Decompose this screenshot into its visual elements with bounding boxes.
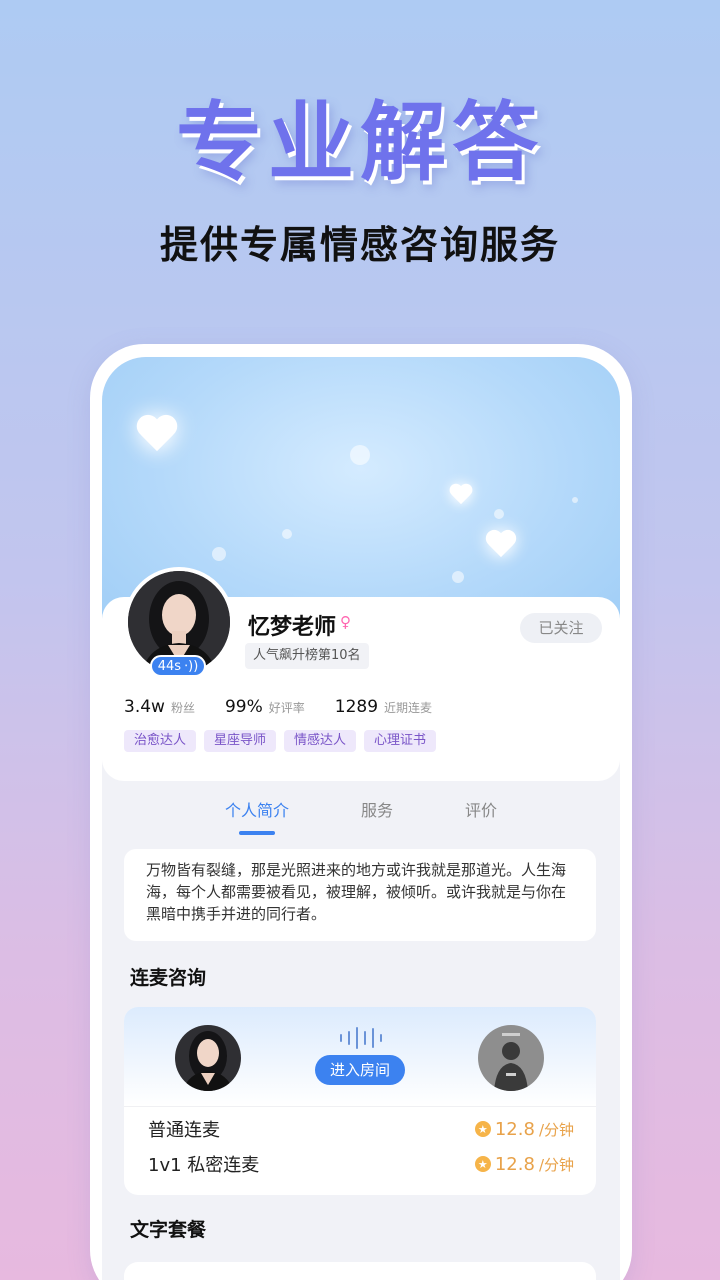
stat-rating: 99% 好评率 bbox=[225, 697, 305, 717]
heart-icon bbox=[485, 531, 516, 560]
tag-list: 治愈达人 星座导师 情感达人 心理证书 bbox=[124, 730, 437, 752]
stat-calls: 1289 近期连麦 bbox=[335, 697, 432, 717]
sparkle-dot bbox=[282, 529, 292, 539]
price-value: 12.8 bbox=[494, 1153, 535, 1175]
promo-subtitle: 提供专属情感咨询服务 bbox=[159, 223, 560, 267]
sparkle-dot bbox=[350, 445, 370, 465]
heart-icon bbox=[449, 484, 472, 506]
voice-duration-badge[interactable]: 44s ⋅)) bbox=[150, 655, 206, 677]
profile-card: 44s ⋅)) 忆梦老师 ♀ 人气飙升榜第10名 已关注 3.4w 粉丝 99% 好… bbox=[102, 567, 620, 781]
tab-reviews[interactable]: 评价 bbox=[465, 797, 497, 821]
phone-frame: 44s ⋅)) 忆梦老师 ♀ 人气飙升榜第10名 已关注 3.4w 粉丝 99% 好… bbox=[90, 344, 632, 1280]
heart-icon bbox=[136, 416, 178, 454]
coin-icon: ★ bbox=[474, 1156, 491, 1172]
app-screen: 44s ⋅)) 忆梦老师 ♀ 人气飙升榜第10名 已关注 3.4w 粉丝 99% 好… bbox=[102, 357, 620, 1280]
follow-button[interactable]: 已关注 bbox=[520, 613, 602, 643]
stat-value: 3.4w bbox=[124, 697, 165, 717]
tag: 心理证书 bbox=[364, 730, 437, 752]
text-section-title: 文字套餐 bbox=[130, 1219, 207, 1241]
text-package-card bbox=[124, 1262, 596, 1280]
price: ★ 12.8/分钟 bbox=[474, 1153, 574, 1175]
tag: 情感达人 bbox=[284, 730, 357, 752]
female-icon: ♀ bbox=[340, 613, 351, 631]
price-unit: /分钟 bbox=[538, 1120, 574, 1139]
coin-icon: ★ bbox=[474, 1121, 491, 1137]
enter-room-button[interactable]: 进入房间 bbox=[315, 1055, 405, 1085]
sparkle-dot bbox=[572, 497, 578, 503]
avatar-container[interactable]: 44s ⋅)) bbox=[124, 567, 234, 677]
consultant-name: 忆梦老师 bbox=[248, 615, 337, 640]
stats-row: 3.4w 粉丝 99% 好评率 1289 近期连麦 bbox=[124, 697, 432, 717]
tab-intro[interactable]: 个人简介 bbox=[225, 797, 289, 821]
tab-services[interactable]: 服务 bbox=[361, 797, 393, 821]
stat-label: 近期连麦 bbox=[384, 701, 433, 715]
tab-bar: 个人简介 服务 评价 bbox=[102, 797, 620, 821]
user-avatar-placeholder[interactable] bbox=[478, 1025, 544, 1091]
tag: 星座导师 bbox=[204, 730, 277, 752]
price: ★ 12.8/分钟 bbox=[474, 1118, 574, 1140]
tag: 治愈达人 bbox=[124, 730, 197, 752]
stat-fans: 3.4w 粉丝 bbox=[124, 697, 195, 717]
sound-wave-icon: ⋅)) bbox=[184, 658, 199, 674]
bio-card: 万物皆有裂缝，那是光照进来的地方或许我就是那道光。人生海海，每个人都需要被看见，… bbox=[124, 849, 596, 941]
voice-duration: 44s bbox=[157, 658, 182, 674]
promo-title: 专业解答 bbox=[176, 93, 544, 193]
call-card: 进入房间 普通连麦 ★ 12.8/分钟 1v1 私密连麦 ★ 12.8 /分钟 bbox=[124, 1007, 596, 1195]
price-row-normal[interactable]: 普通连麦 ★ 12.8/分钟 bbox=[148, 1117, 574, 1142]
stat-label: 粉丝 bbox=[170, 701, 195, 715]
stat-label: 好评率 bbox=[268, 701, 305, 715]
consultant-avatar[interactable] bbox=[175, 1025, 241, 1091]
price-row-private[interactable]: 1v1 私密连麦 ★ 12.8/分钟 bbox=[148, 1152, 574, 1177]
option-name: 1v1 私密连麦 bbox=[148, 1155, 260, 1176]
call-section-title: 连麦咨询 bbox=[130, 967, 207, 989]
stat-value: 1289 bbox=[334, 697, 379, 717]
sound-wave-icon bbox=[340, 1027, 382, 1049]
price-unit: /分钟 bbox=[538, 1155, 574, 1174]
consultant-portrait bbox=[175, 1025, 241, 1091]
rank-tag: 人气飙升榜第10名 bbox=[245, 643, 369, 669]
user-silhouette-icon bbox=[478, 1025, 544, 1091]
sparkle-dot bbox=[452, 571, 464, 583]
option-name: 普通连麦 bbox=[148, 1120, 220, 1141]
price-value: 12.8 bbox=[494, 1118, 535, 1140]
call-room-header: 进入房间 bbox=[124, 1007, 596, 1107]
sparkle-dot bbox=[212, 547, 226, 561]
stat-value: 99% bbox=[224, 697, 263, 717]
sparkle-dot bbox=[494, 509, 504, 519]
